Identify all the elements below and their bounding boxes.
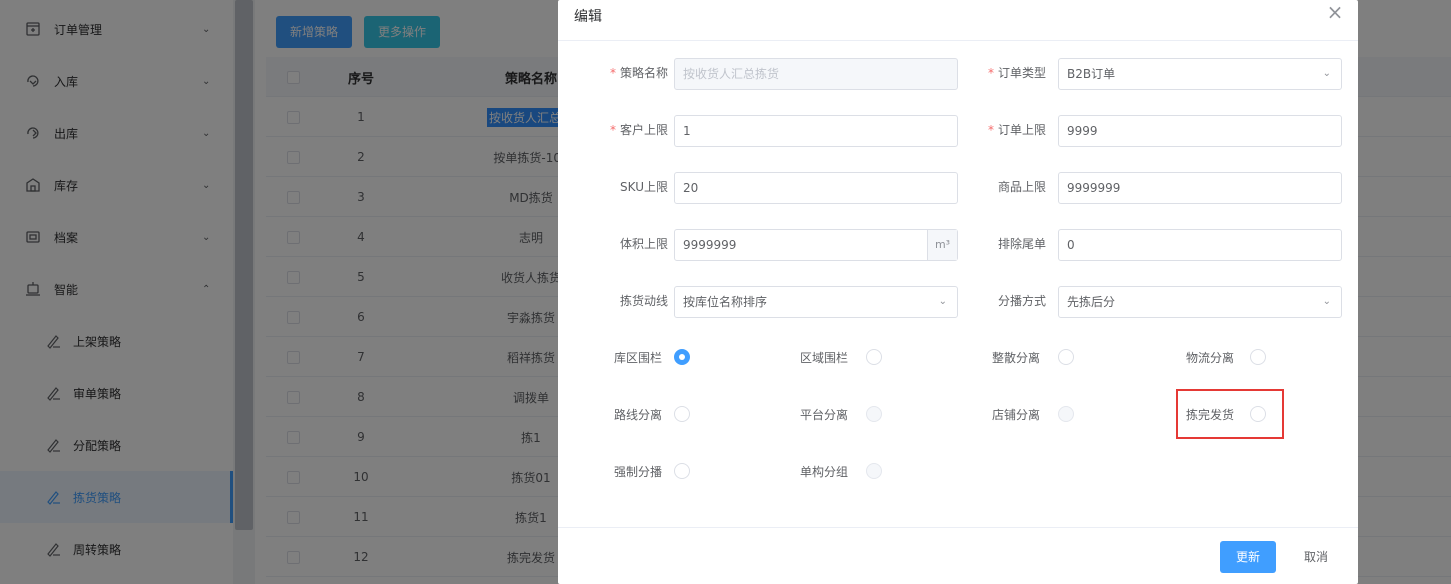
sku-limit-label: SKU上限 [620, 180, 668, 194]
exclude-tail-input[interactable]: 0 [1058, 229, 1342, 261]
dialog-title: 编辑 [574, 9, 602, 25]
customer-limit-input[interactable]: 1 [674, 115, 958, 147]
chevron-down-icon: ⌄ [1322, 68, 1331, 79]
order-limit-input[interactable]: 9999 [1058, 115, 1342, 147]
radio-button [1058, 406, 1074, 422]
order-limit-label: * 订单上限 [987, 123, 1046, 137]
sku-limit-input[interactable]: 20 [674, 172, 958, 204]
radio-button[interactable] [1250, 349, 1266, 365]
customer-limit-label: * 客户上限 [609, 123, 668, 137]
radio-button[interactable] [674, 406, 690, 422]
radio-button[interactable] [866, 349, 882, 365]
radio-button[interactable] [674, 463, 690, 479]
radio-button[interactable] [674, 349, 690, 365]
radio-label: 库区围栏 [613, 351, 662, 365]
split-mode-label: 分播方式 [997, 294, 1046, 308]
exclude-tail-label: 排除尾单 [997, 237, 1046, 251]
radio-label: 区域围栏 [799, 351, 848, 365]
split-mode-select[interactable]: 先拣后分 ⌄ [1058, 286, 1342, 318]
goods-limit-label: 商品上限 [997, 180, 1046, 194]
radio-button [866, 406, 882, 422]
radio-label: 路线分离 [613, 408, 662, 422]
divider [558, 527, 1358, 528]
update-button[interactable]: 更新 [1220, 541, 1276, 573]
strategy-name-label: * 策略名称 [609, 66, 668, 80]
pick-route-label: 拣货动线 [619, 294, 668, 308]
radio-label: 物流分离 [1185, 351, 1234, 365]
order-type-label: * 订单类型 [987, 66, 1046, 80]
radio-label: 整散分离 [991, 351, 1040, 365]
volume-limit-input[interactable]: 9999999 m³ [674, 229, 958, 261]
edit-dialog: 编辑 × * 策略名称 按收货人汇总拣货 * 订单类型 B2B订单 ⌄ * 客户上限 1… [558, 0, 1358, 584]
radio-button [866, 463, 882, 479]
chevron-down-icon: ⌄ [1322, 296, 1331, 307]
goods-limit-input[interactable]: 9999999 [1058, 172, 1342, 204]
pick-route-select[interactable]: 按库位名称排序 ⌄ [674, 286, 958, 318]
highlight-box [1176, 389, 1284, 439]
radio-label: 强制分播 [613, 465, 662, 479]
divider [558, 40, 1358, 41]
strategy-name-input: 按收货人汇总拣货 [674, 58, 958, 90]
close-icon[interactable]: × [1325, 2, 1345, 22]
radio-label: 平台分离 [799, 408, 848, 422]
order-type-select[interactable]: B2B订单 ⌄ [1058, 58, 1342, 90]
radio-button[interactable] [1058, 349, 1074, 365]
cancel-button[interactable]: 取消 [1288, 541, 1344, 573]
radio-label: 单构分组 [799, 465, 848, 479]
volume-limit-label: 体积上限 [619, 237, 668, 251]
radio-label: 店铺分离 [991, 408, 1040, 422]
